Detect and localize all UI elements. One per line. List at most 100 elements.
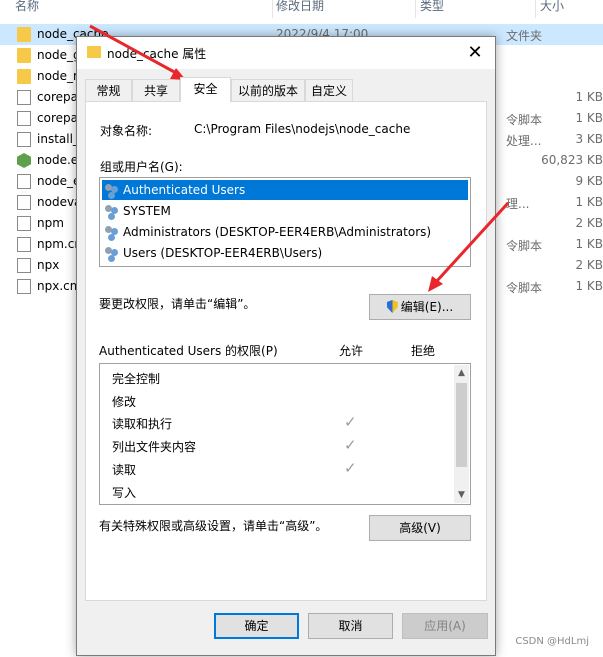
dialog-title: node_cache 属性 [107, 47, 207, 61]
user-group-icon [104, 183, 120, 197]
advanced-hint: 有关特殊权限或高级设置，请单击“高级”。 [99, 519, 328, 533]
file-icon [17, 90, 31, 105]
file-name: corepa [37, 90, 78, 104]
file-icon [17, 216, 31, 231]
user-group-icon [104, 225, 120, 239]
allow-column-label: 允许 [339, 344, 364, 358]
permission-name: 列出文件夹内容 [112, 440, 197, 454]
uac-shield-icon [386, 300, 398, 313]
file-size: 1 KB [575, 279, 603, 293]
user-group-icon [104, 246, 120, 260]
file-size: 1 KB [575, 90, 603, 104]
column-divider[interactable] [272, 0, 273, 18]
permissions-list[interactable]: 完全控制 修改 读取和执行 ✓ 列出文件夹内容 ✓ 读取 ✓ 写入 ▲ ▼ [99, 363, 471, 505]
script-icon [17, 132, 31, 147]
users-listbox[interactable]: Authenticated Users SYSTEM Administrator… [99, 177, 471, 267]
cancel-button[interactable]: 取消 [308, 613, 393, 639]
tab-general[interactable]: 常规 [85, 79, 132, 101]
list-item-users[interactable]: Users (DESKTOP-EER4ERB\Users) [102, 243, 468, 263]
deny-column-label: 拒绝 [411, 344, 436, 358]
user-label: Users (DESKTOP-EER4ERB\Users) [123, 246, 323, 260]
file-type: 处理... [506, 134, 542, 148]
file-name: npx.cm [37, 279, 82, 293]
list-item-system[interactable]: SYSTEM [102, 201, 468, 221]
scrollbar-thumb[interactable] [456, 383, 467, 467]
advanced-button[interactable]: 高级(V) [369, 515, 471, 541]
list-item-authenticated-users[interactable]: Authenticated Users [102, 180, 468, 200]
column-divider[interactable] [415, 0, 416, 18]
properties-dialog: node_cache 属性 ✕ 常规 共享 安全 以前的版本 自定义 对象名称:… [76, 36, 496, 656]
object-name-value: C:\Program Files\nodejs\node_cache [194, 122, 411, 136]
folder-icon [17, 27, 31, 42]
node-icon [17, 153, 31, 168]
script-icon [17, 195, 31, 210]
file-name: npm [37, 216, 64, 230]
folder-icon [17, 69, 31, 84]
close-button[interactable]: ✕ [463, 41, 487, 65]
folder-icon [87, 46, 101, 58]
permission-row: 修改 [110, 390, 450, 412]
script-icon [17, 279, 31, 294]
script-icon [17, 237, 31, 252]
file-type: 令脚本 [506, 239, 543, 253]
user-group-icon [104, 204, 120, 218]
file-size: 3 KB [575, 132, 603, 146]
object-name-label: 对象名称: [100, 124, 153, 138]
file-name: npx [37, 258, 60, 272]
tab-sharing[interactable]: 共享 [132, 79, 180, 101]
permissions-scrollbar[interactable]: ▲ ▼ [454, 365, 469, 503]
allow-check-icon: ✓ [344, 413, 357, 431]
permission-row: 完全控制 [110, 367, 450, 389]
edit-button[interactable]: 编辑(E)... [369, 294, 471, 320]
ok-button[interactable]: 确定 [214, 613, 299, 639]
file-size: 1 KB [575, 237, 603, 251]
file-size: 2 KB [575, 258, 603, 272]
list-item-administrators[interactable]: Administrators (DESKTOP-EER4ERB\Administ… [102, 222, 468, 242]
file-name: node_g [37, 48, 81, 62]
tab-previous-versions[interactable]: 以前的版本 [231, 79, 305, 101]
file-size: 9 KB [575, 174, 603, 188]
file-size: 1 KB [575, 195, 603, 209]
file-name: npm.cr [37, 237, 80, 251]
column-header-size[interactable]: 大小 [540, 0, 564, 18]
watermark: CSDN @HdLmj [515, 636, 589, 647]
permission-name: 修改 [112, 395, 137, 409]
file-name: node_e [37, 174, 81, 188]
file-size: 2 KB [575, 216, 603, 230]
scroll-up-icon[interactable]: ▲ [456, 366, 467, 380]
dialog-titlebar[interactable]: node_cache 属性 ✕ [77, 37, 495, 69]
allow-check-icon: ✓ [344, 459, 357, 477]
permission-name: 完全控制 [112, 372, 161, 386]
file-name: nodeva [37, 195, 82, 209]
user-label: Authenticated Users [123, 183, 246, 197]
file-icon [17, 174, 31, 189]
column-header-date[interactable]: 修改日期 [276, 0, 324, 18]
file-icon [17, 258, 31, 273]
apply-button[interactable]: 应用(A) [402, 613, 488, 639]
permission-name: 读取 [112, 463, 137, 477]
allow-check-icon: ✓ [344, 436, 357, 454]
permission-row: 写入 [110, 481, 450, 503]
edit-button-label: 编辑(E)... [400, 300, 454, 314]
column-divider[interactable] [535, 0, 536, 18]
permission-name: 读取和执行 [112, 417, 173, 431]
file-name: node.e [37, 153, 79, 167]
column-header-name[interactable]: 名称 [15, 0, 39, 18]
tab-security[interactable]: 安全 [180, 77, 231, 102]
user-label: Administrators (DESKTOP-EER4ERB\Administ… [123, 225, 432, 239]
scroll-down-icon[interactable]: ▼ [456, 488, 467, 502]
group-users-label: 组或用户名(G): [100, 160, 183, 174]
file-name: corepa [37, 111, 78, 125]
file-size: 1 KB [575, 111, 603, 125]
change-permissions-hint: 要更改权限，请单击“编辑”。 [99, 297, 256, 311]
file-type: 文件夹 [506, 29, 543, 43]
column-header-type[interactable]: 类型 [420, 0, 444, 18]
tab-customize[interactable]: 自定义 [305, 79, 353, 101]
permissions-header: Authenticated Users 的权限(P) [99, 344, 278, 358]
file-type: 理... [506, 197, 530, 211]
script-icon [17, 111, 31, 126]
file-name: node_r [37, 69, 78, 83]
permission-name: 写入 [112, 486, 137, 500]
file-name: install_ [37, 132, 79, 146]
file-type: 令脚本 [506, 113, 543, 127]
